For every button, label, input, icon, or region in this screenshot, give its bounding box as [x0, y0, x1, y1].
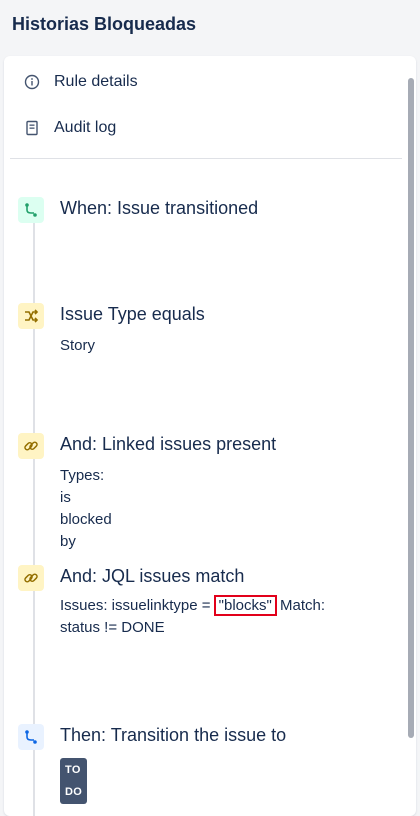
scrollbar[interactable] — [408, 78, 414, 738]
rule-panel: Rule details Audit log When: Issue trans… — [4, 56, 416, 816]
branch-icon — [18, 197, 44, 223]
jql-highlight: "blocks" — [213, 595, 277, 616]
rule-details-label: Rule details — [54, 73, 138, 90]
step-detail: TO DO — [60, 758, 88, 804]
rule-details-link[interactable]: Rule details — [24, 69, 138, 95]
step-detail: Issues: issuelinktype = "blocks" Match: … — [60, 595, 400, 639]
jql-prefix: Issues: issuelinktype = — [60, 597, 215, 614]
jql-status-line: status != DONE — [60, 619, 165, 636]
jql-suffix: Match: — [275, 597, 326, 614]
info-icon — [24, 74, 40, 90]
step-heading: And: Linked issues present — [60, 434, 277, 454]
shuffle-icon — [18, 303, 44, 329]
divider — [10, 158, 402, 159]
document-icon — [24, 120, 40, 136]
audit-log-label: Audit log — [54, 119, 117, 136]
step-heading: When: Issue transitioned — [60, 198, 259, 218]
page-title: Historias Bloqueadas — [12, 14, 197, 34]
step-heading: And: JQL issues match — [60, 566, 245, 586]
audit-log-link[interactable]: Audit log — [24, 115, 116, 141]
step-heading: Issue Type equals — [60, 304, 205, 324]
step-detail: Story — [60, 337, 96, 354]
link-icon — [18, 433, 44, 459]
step-detail: Types: is blocked by — [60, 467, 112, 550]
link-icon — [18, 565, 44, 591]
status-badge: TO DO — [60, 758, 88, 804]
step-heading: Then: Transition the issue to — [60, 725, 287, 745]
branch-icon — [18, 724, 44, 750]
